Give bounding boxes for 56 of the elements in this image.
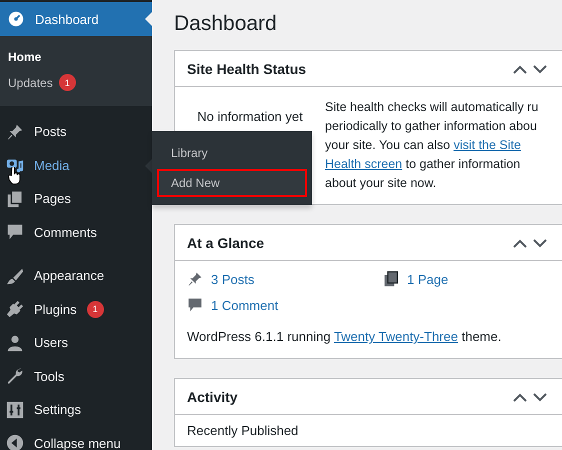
menu-item[interactable]: Posts	[0, 115, 152, 148]
up-down-chevrons-icon[interactable]	[513, 62, 547, 74]
menu-item[interactable]: Settings	[0, 393, 152, 426]
menu-label: Plugins	[34, 302, 77, 317]
menu-label: Comments	[34, 224, 97, 240]
menu-label: Posts	[34, 124, 67, 140]
theme-link[interactable]: Twenty Twenty-Three	[334, 329, 458, 344]
pages-icon	[383, 271, 399, 287]
paintbrush-icon	[6, 266, 24, 285]
up-down-chevrons-icon[interactable]	[513, 390, 547, 402]
dashboard-menu-item[interactable]: Dashboard	[0, 2, 152, 36]
page-title: Dashboard	[174, 12, 278, 36]
count-badge: 1	[58, 74, 76, 91]
user-icon	[6, 334, 24, 352]
pushpin-icon	[187, 271, 203, 287]
pushpin-icon	[6, 122, 24, 141]
site-health-description: Site health checks will automatically ru periodically to gather information abou your site. You can also visit the Site Health screen to gather information about your site now.	[325, 99, 538, 192]
up-down-chevrons-icon[interactable]	[513, 236, 547, 248]
flyout-item[interactable]: Add New	[157, 168, 307, 196]
speech-bubble-icon	[6, 223, 24, 242]
hand-cursor-icon	[8, 166, 21, 184]
status-text: No information yet	[196, 109, 304, 124]
speech-bubble-icon	[187, 297, 203, 313]
plug-icon	[6, 300, 24, 318]
menu-item[interactable]: Appearance	[0, 259, 152, 292]
pages-icon	[6, 190, 24, 208]
wrench-icon	[6, 367, 24, 386]
menu-item[interactable]: Tools	[0, 360, 152, 393]
stat-link[interactable]: 1 Page	[407, 272, 448, 286]
card-title: At a Glance	[187, 234, 264, 250]
sliders-icon	[6, 400, 24, 419]
menu-label: Appearance	[34, 268, 104, 284]
menu-item[interactable]: Pages	[0, 182, 152, 216]
menu-label: Settings	[34, 402, 81, 418]
menu-label: Users	[34, 335, 68, 350]
stat-link[interactable]: 3 Posts	[211, 272, 254, 286]
menu-label: Pages	[34, 191, 71, 206]
site-health-link[interactable]: visit the Site	[454, 138, 521, 152]
gauge-icon	[7, 10, 25, 28]
site-health-link[interactable]: Health screen	[325, 157, 402, 171]
card-title: Site Health Status	[187, 60, 306, 76]
menu-item[interactable]: Comments	[0, 216, 152, 249]
submenu-label: Home	[8, 50, 42, 64]
menu-label: Tools	[34, 368, 64, 384]
flyout-item[interactable]: Library	[157, 138, 307, 166]
card-title: Activity	[187, 388, 238, 404]
submenu-label: Updates	[8, 76, 53, 90]
submenu-item[interactable]: Home	[0, 45, 152, 69]
version-text: WordPress 6.1.1 running Twenty Twenty-Three theme.	[187, 329, 502, 344]
section-heading: Recently Published	[187, 423, 298, 438]
menu-item[interactable]: Plugins 1	[0, 292, 152, 326]
submenu-item[interactable]: Updates 1	[0, 69, 152, 96]
menu-item[interactable]: Users	[0, 326, 152, 360]
count-badge: 1	[86, 300, 104, 318]
stat-link[interactable]: 1 Comment	[211, 298, 278, 312]
menu-label: Media	[34, 158, 70, 173]
